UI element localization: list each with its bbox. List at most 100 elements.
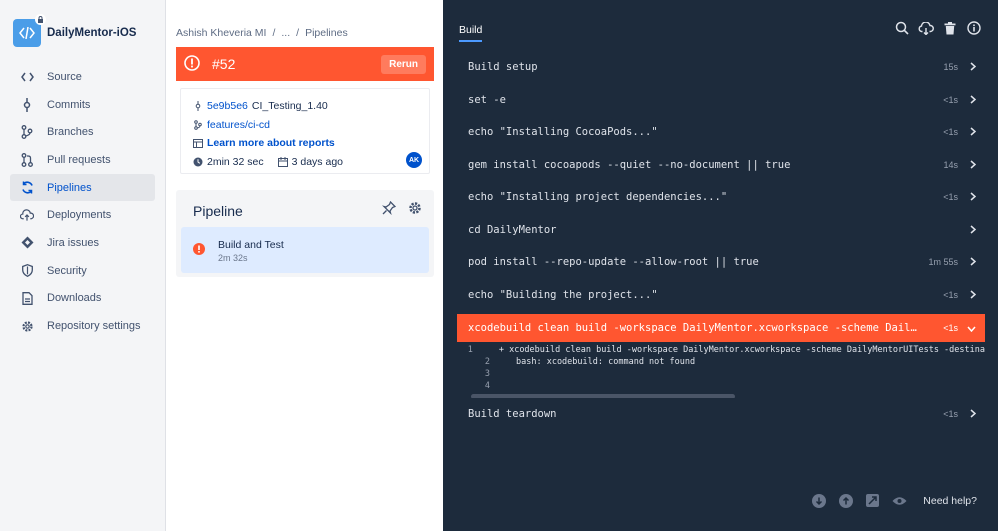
calendar-icon [277, 156, 288, 167]
log-command: gem install cocoapods --quiet --no-docum… [468, 158, 791, 171]
log-step-row[interactable]: cd DailyMentor [457, 214, 985, 247]
log-step-row[interactable]: Build setup 15s [457, 51, 985, 84]
eye-icon[interactable] [892, 493, 907, 508]
chevron-right-icon [970, 94, 977, 107]
scroll-up-icon[interactable] [838, 493, 853, 508]
report-icon [193, 138, 203, 148]
sidebar-item-commits[interactable]: Commits [10, 91, 155, 119]
scroll-down-icon[interactable] [811, 493, 826, 508]
breadcrumb-separator: / [272, 27, 276, 39]
run-info-card: 5e9b5e6 CI_Testing_1.40 features/ci-cd L… [180, 88, 430, 174]
breadcrumb-ellipsis[interactable]: ... [281, 27, 290, 39]
chevron-right-icon [970, 289, 977, 302]
branch-icon [20, 125, 34, 140]
sidebar-item-pull-requests[interactable]: Pull requests [10, 146, 155, 174]
notification-icon[interactable] [381, 200, 397, 218]
log-step-row[interactable]: echo "Installing CocoaPods..." <1s [457, 116, 985, 149]
file-icon [20, 291, 34, 305]
branch-link[interactable]: features/ci-cd [207, 119, 270, 131]
clock-icon [193, 157, 203, 167]
repo-avatar [13, 14, 46, 47]
log-output: 1 + xcodebuild clean build -workspace Dai… [457, 342, 985, 398]
pipelines-icon [20, 181, 34, 195]
pipeline-step[interactable]: Build and Test 2m 32s [181, 227, 429, 273]
line-number: 2 [484, 357, 490, 367]
log-steps: Build setup 15s set -e <1s echo "Install… [457, 51, 985, 431]
sidebar-item-label: Deployments [47, 209, 112, 222]
chevron-right-icon [970, 192, 977, 204]
commit-icon [193, 101, 203, 112]
repo-name: DailyMentor-iOS [47, 27, 137, 39]
log-command: echo "Installing CocoaPods..." [468, 126, 658, 139]
line-text: bash: xcodebuild: command not found [516, 357, 696, 367]
log-duration: 1m 55s [928, 257, 958, 268]
need-help-link[interactable]: Need help? [923, 495, 977, 507]
breadcrumb-separator: / [296, 27, 300, 39]
chevron-right-icon [970, 409, 977, 421]
sidebar-item-label: Repository settings [47, 320, 141, 333]
chevron-right-icon [970, 224, 977, 237]
rerun-button[interactable]: Rerun [381, 54, 426, 74]
sidebar-item-pipelines[interactable]: Pipelines [10, 173, 155, 202]
log-step-row-failed[interactable]: xcodebuild clean build -workspace DailyM… [457, 314, 985, 342]
sidebar-item-label: Branches [47, 126, 94, 139]
lock-icon [35, 14, 46, 25]
line-number: 4 [484, 381, 490, 391]
commit-icon [20, 97, 34, 112]
sidebar-item-repository-settings[interactable]: Repository settings [10, 312, 155, 340]
sidebar-item-downloads[interactable]: Downloads [10, 285, 155, 313]
branch-icon [193, 119, 203, 130]
sidebar-item-label: Jira issues [47, 236, 99, 249]
sidebar-item-label: Security [47, 264, 87, 277]
trash-icon[interactable] [942, 20, 958, 36]
log-step-row[interactable]: echo "Installing project dependencies...… [457, 181, 985, 214]
chevron-right-icon [970, 159, 977, 172]
breadcrumb: Ashish Kheveria MI /... / Pipelines [176, 27, 348, 39]
sidebar-item-label: Commits [47, 98, 91, 111]
line-number: 1 [467, 345, 473, 355]
repo-header[interactable]: DailyMentor-iOS [0, 0, 165, 50]
author-avatar[interactable]: AK [406, 152, 422, 168]
gear-icon[interactable] [408, 201, 422, 218]
expand-icon[interactable] [865, 493, 880, 508]
breadcrumb-current[interactable]: Pipelines [305, 27, 348, 39]
sidebar-item-label: Pipelines [47, 181, 92, 194]
log-step-row[interactable]: gem install cocoapods --quiet --no-docum… [457, 149, 985, 182]
sidebar-item-jira-issues[interactable]: Jira issues [10, 229, 155, 257]
search-icon[interactable] [894, 20, 910, 36]
sidebar-item-deployments[interactable]: Deployments [10, 201, 155, 229]
run-duration: 2min 32 sec [207, 155, 264, 168]
step-duration: 2m 32s [218, 253, 248, 263]
sidebar-item-label: Pull requests [47, 153, 111, 166]
log-step-row[interactable]: Build teardown <1s [457, 398, 985, 431]
pipeline-panel: Pipeline Build and Test 2m 32s [176, 190, 434, 277]
sidebar-item-branches[interactable]: Branches [10, 118, 155, 146]
log-step-row[interactable]: pod install --repo-update --allow-root |… [457, 246, 985, 279]
error-icon [193, 243, 205, 258]
pull-request-icon [20, 152, 34, 167]
sidebar: DailyMentor-iOS Source Commits Branches … [0, 0, 166, 531]
sidebar-item-source[interactable]: Source [10, 63, 155, 91]
log-step-row[interactable]: set -e <1s [457, 84, 985, 117]
failed-status-icon [184, 54, 200, 74]
log-command: xcodebuild clean build -workspace DailyM… [468, 322, 918, 334]
sidebar-item-security[interactable]: Security [10, 257, 155, 285]
chevron-right-icon [970, 257, 977, 269]
sidebar-item-label: Source [47, 70, 82, 83]
log-duration: <1s [943, 409, 958, 420]
breadcrumb-owner[interactable]: Ashish Kheveria MI [176, 27, 266, 39]
commit-row: 5e9b5e6 CI_Testing_1.40 [193, 97, 429, 116]
log-command: echo "Building the project..." [468, 288, 658, 301]
log-step-row[interactable]: echo "Building the project..." <1s [457, 279, 985, 312]
meta-row: 2min 32 sec 3 days ago [193, 153, 429, 172]
tab-build[interactable]: Build [459, 24, 483, 42]
commit-hash-link[interactable]: 5e9b5e6 [207, 100, 248, 112]
log-output-line: 4 [457, 380, 985, 392]
log-command: cd DailyMentor [468, 223, 557, 236]
log-duration: 14s [943, 159, 958, 170]
learn-reports-link[interactable]: Learn more about reports [207, 137, 335, 149]
jira-icon [20, 236, 34, 250]
pipeline-details: Ashish Kheveria MI /... / Pipelines #52 Rer… [166, 0, 443, 531]
info-icon[interactable] [966, 20, 982, 36]
cloud-download-icon[interactable] [918, 20, 934, 36]
